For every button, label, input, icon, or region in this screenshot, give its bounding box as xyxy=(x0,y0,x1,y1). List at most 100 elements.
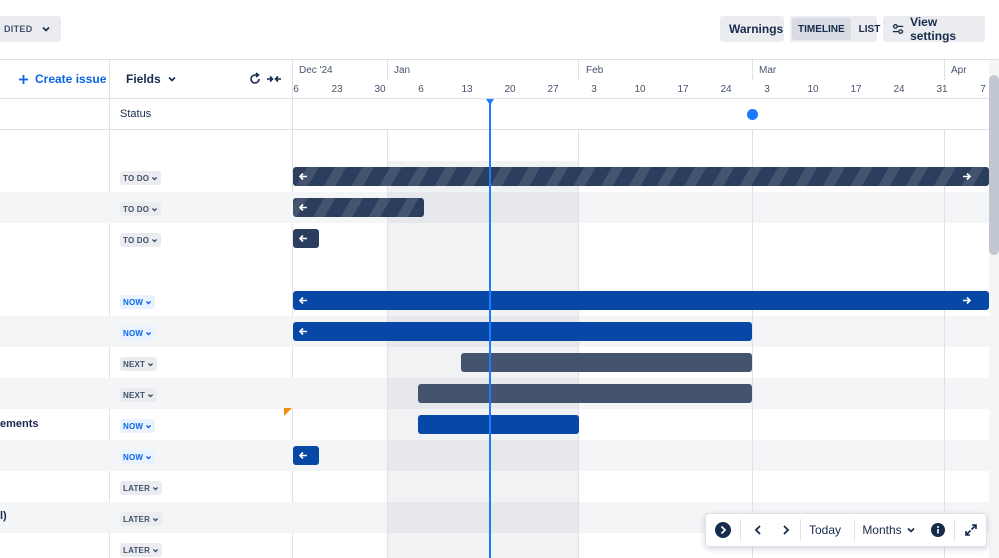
fields-header: Fields xyxy=(110,60,293,99)
day-label: 20 xyxy=(504,84,516,95)
status-lozenge[interactable]: TO DO xyxy=(120,202,162,216)
timeline-bar[interactable] xyxy=(418,415,579,434)
month-label: Apr xyxy=(951,65,967,76)
view-list-button[interactable]: LIST xyxy=(853,18,887,40)
arrow-left-icon[interactable] xyxy=(297,201,310,214)
view-timeline-button[interactable]: TIMELINE xyxy=(792,18,851,40)
timeline-bar[interactable] xyxy=(293,322,752,341)
month-gridline xyxy=(387,130,388,558)
day-label: 10 xyxy=(807,84,819,95)
arrow-left-icon[interactable] xyxy=(297,449,310,462)
plus-icon xyxy=(19,74,28,84)
chevron-down-icon xyxy=(152,517,159,522)
info-button[interactable] xyxy=(924,514,952,546)
expand-icon xyxy=(965,524,977,536)
chevron-down-icon xyxy=(152,207,158,212)
timeline-bar[interactable] xyxy=(461,353,752,372)
chevron-down-icon xyxy=(146,455,152,460)
timeline-bar[interactable] xyxy=(293,198,424,217)
month-divider xyxy=(387,60,388,80)
status-text: NOW xyxy=(123,452,144,462)
status-text: NOW xyxy=(123,421,144,431)
timeline-header: Dec '24 Jan Feb Mar Apr 6 23 30 6 13 20 … xyxy=(293,60,999,99)
chevron-down-icon xyxy=(168,76,176,82)
create-issue-label: Create issue xyxy=(35,72,107,86)
next-button[interactable] xyxy=(772,514,800,546)
timeline-bar[interactable] xyxy=(293,229,319,248)
status-lozenge[interactable]: TO DO xyxy=(120,233,162,247)
month-label: Mar xyxy=(759,65,777,76)
refresh-icon[interactable] xyxy=(248,72,262,86)
status-lozenge[interactable]: NEXT xyxy=(120,357,158,371)
status-lozenge[interactable]: LATER xyxy=(120,543,163,557)
prev-button[interactable] xyxy=(744,514,772,546)
timeline-bar[interactable] xyxy=(293,167,989,186)
month-divider xyxy=(944,60,945,80)
arrow-right-icon[interactable] xyxy=(960,294,973,307)
status-text: NOW xyxy=(123,328,144,338)
issue-title[interactable]: l) xyxy=(0,510,7,522)
timeline-controls: Today Months xyxy=(705,513,987,547)
status-text: TO DO xyxy=(123,235,150,245)
status-lozenge[interactable]: NEXT xyxy=(120,388,158,402)
timeline-bar[interactable] xyxy=(293,446,319,465)
today-label: Today xyxy=(808,523,842,537)
separator xyxy=(954,519,955,541)
arrow-left-icon[interactable] xyxy=(297,325,310,338)
warnings-button[interactable]: Warnings xyxy=(720,16,784,42)
expand-panel-button[interactable] xyxy=(710,514,736,546)
arrow-left-icon[interactable] xyxy=(297,170,310,183)
timeline-bar[interactable] xyxy=(418,384,752,403)
day-label: 31 xyxy=(936,84,948,95)
timeline-bar[interactable] xyxy=(293,291,989,310)
zoom-label: Months xyxy=(862,523,902,537)
chevron-down-icon xyxy=(152,486,159,491)
day-label: 10 xyxy=(634,84,646,95)
arrow-right-icon[interactable] xyxy=(960,170,973,183)
day-label: 24 xyxy=(720,84,732,95)
chevron-right-circle-icon xyxy=(715,522,731,538)
view-settings-button[interactable]: View settings xyxy=(883,15,985,43)
top-toolbar: DITED Warnings TIMELINE LIST View settin… xyxy=(0,0,999,60)
arrow-left-icon[interactable] xyxy=(297,232,310,245)
status-lozenge[interactable]: LATER xyxy=(120,512,163,526)
scrollbar-thumb[interactable] xyxy=(989,75,999,255)
view-switcher: TIMELINE LIST xyxy=(790,16,880,42)
fullscreen-button[interactable] xyxy=(958,514,984,546)
status-lozenge[interactable]: TO DO xyxy=(120,171,162,185)
zoom-dropdown[interactable]: Months xyxy=(858,514,920,546)
status-lozenge[interactable]: NOW xyxy=(120,450,156,464)
status-lozenge[interactable]: NOW xyxy=(120,419,156,433)
status-lozenge[interactable]: NOW xyxy=(120,326,156,340)
status-lozenge[interactable]: NOW xyxy=(120,295,156,309)
view-settings-label: View settings xyxy=(910,15,957,43)
status-filter-dropdown[interactable]: DITED xyxy=(0,16,61,42)
status-text: LATER xyxy=(123,514,151,524)
day-label: 17 xyxy=(850,84,862,95)
chevron-down-icon xyxy=(146,300,152,305)
collapse-arrows-icon[interactable] xyxy=(266,72,282,86)
month-gridline xyxy=(944,130,945,558)
warning-flag[interactable] xyxy=(284,408,292,416)
create-issue-button[interactable]: Create issue xyxy=(0,60,110,99)
status-text: LATER xyxy=(123,545,151,555)
day-label: 23 xyxy=(331,84,343,95)
month-label: Jan xyxy=(394,65,411,76)
arrow-left-icon[interactable] xyxy=(297,294,310,307)
day-label: 30 xyxy=(374,84,386,95)
issue-title[interactable]: ements xyxy=(0,418,39,430)
status-text: LATER xyxy=(123,483,151,493)
status-row-timeline xyxy=(293,99,999,130)
chevron-down-icon xyxy=(152,548,159,553)
chevron-down-icon xyxy=(148,393,154,398)
today-marker xyxy=(486,99,494,105)
today-button[interactable]: Today xyxy=(804,514,846,546)
status-text: TO DO xyxy=(123,204,150,214)
timeline-app: DITED Warnings TIMELINE LIST View settin… xyxy=(0,0,999,558)
release-marker[interactable] xyxy=(747,109,758,120)
status-lozenge[interactable]: LATER xyxy=(120,481,163,495)
status-text: TO DO xyxy=(123,173,150,183)
fields-dropdown[interactable]: Fields xyxy=(126,72,177,86)
chevron-down-icon xyxy=(148,362,154,367)
day-label: 27 xyxy=(547,84,559,95)
